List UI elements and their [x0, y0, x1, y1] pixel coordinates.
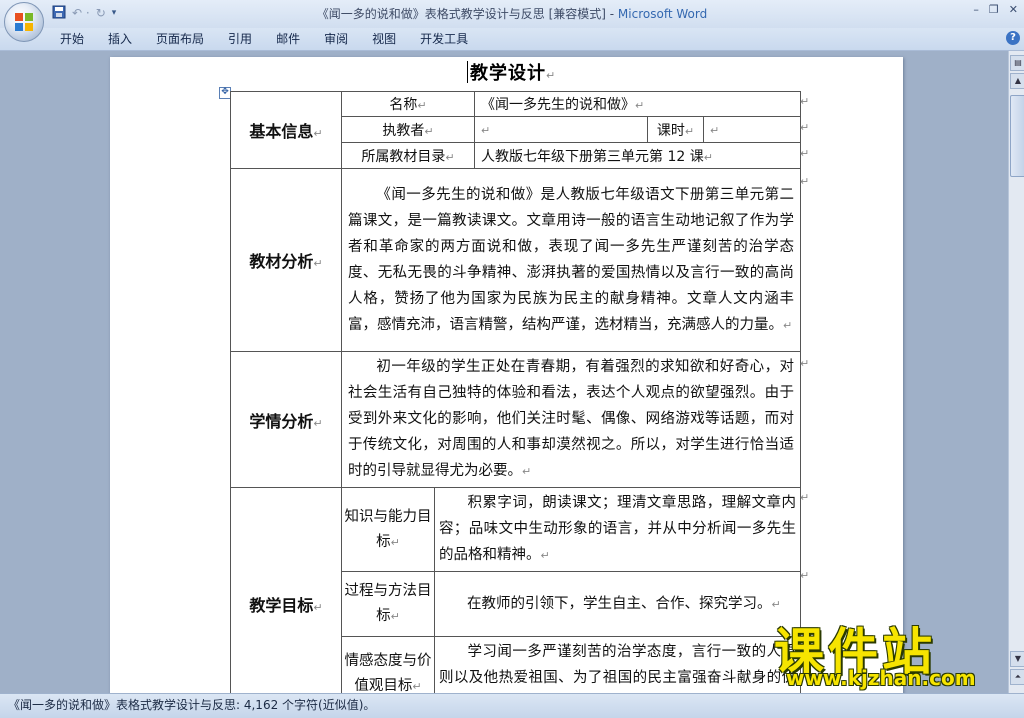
tab-developer[interactable]: 开发工具: [408, 31, 480, 47]
tab-home[interactable]: 开始: [48, 31, 96, 47]
restore-button[interactable]: ❐: [989, 3, 999, 16]
material-analysis-text[interactable]: 《闻一多先生的说和做》是人教版七年级语文下册第三单元第二篇课文，是一篇教读课文。…: [341, 168, 801, 352]
emotion-goal-label: 情感态度与价值观目标↵: [342, 637, 435, 693]
knowledge-goal-row: 知识与能力目标↵ 积累字词，朗读课文；理清文章思路，理解文章内容；品味文中生动形…: [341, 487, 801, 572]
scroll-up-icon[interactable]: ▲: [1010, 73, 1024, 89]
site-watermark: 课件站 www.kjzhan.com: [774, 612, 1010, 692]
row-end-mark: ↵: [800, 491, 810, 504]
ruler-toggle-icon[interactable]: ▤: [1010, 55, 1024, 71]
catalog-value[interactable]: 人教版七年级下册第三单元第 12 课↵: [474, 142, 801, 169]
app-name: Microsoft Word: [617, 7, 708, 21]
section-basic-info: 基本信息↵: [230, 91, 342, 169]
row-end-mark: ↵: [800, 357, 810, 370]
help-icon[interactable]: ?: [1006, 31, 1020, 45]
emotion-goal-text[interactable]: 学习闻一多严谨刻苦的治学态度，言行一致的人原则以及他热爱祖国、为了祖国的民主富强…: [435, 637, 801, 693]
status-bar: 《闻一多的说和做》表格式教学设计与反思: 4,162 个字符(近似值)。: [0, 693, 1024, 718]
catalog-label: 所属教材目录↵: [341, 142, 475, 169]
student-analysis-text[interactable]: 初一年级的学生正处在青春期，有着强烈的求知欲和好奇心，对社会生活有自己独特的体验…: [341, 351, 801, 488]
process-goal-row: 过程与方法目标↵ 在教师的引领下，学生自主、合作、探究学习。↵: [341, 571, 801, 637]
watermark-url: www.kjzhan.com: [786, 666, 976, 690]
lesson-plan-table: 基本信息↵ 名称↵ 《闻一多先生的说和做》↵ 执教者↵ ↵ 课时↵ ↵ 所属教材…: [230, 91, 801, 693]
row-end-mark: ↵: [800, 569, 810, 582]
window-title: 《闻一多的说和做》表格式教学设计与反思 [兼容模式] - Microsoft W…: [0, 5, 1024, 22]
heading-text: 教学设计: [470, 63, 546, 84]
emotion-goal-row: 情感态度与价值观目标↵ 学习闻一多严谨刻苦的治学态度，言行一致的人原则以及他热爱…: [341, 636, 801, 693]
document-title: 《闻一多的说和做》表格式教学设计与反思 [兼容模式] -: [316, 7, 618, 21]
document-heading: 教学设计↵: [466, 59, 557, 85]
tab-references[interactable]: 引用: [216, 31, 264, 47]
minimize-button[interactable]: –: [973, 3, 979, 16]
row-end-mark: ↵: [800, 95, 810, 108]
document-page[interactable]: 教学设计↵ ✥ 基本信息↵ 名称↵ 《闻一多先生的说和做》↵ 执教者↵ ↵ 课时…: [110, 57, 903, 693]
row-end-mark: ↵: [800, 147, 810, 160]
scroll-down-icon[interactable]: ▼: [1010, 651, 1024, 667]
status-text: 《闻一多的说和做》表格式教学设计与反思: 4,162 个字符(近似值)。: [8, 698, 376, 712]
tab-view[interactable]: 视图: [360, 31, 408, 47]
close-button[interactable]: ✕: [1009, 3, 1018, 16]
period-value[interactable]: ↵: [703, 116, 801, 143]
office-button[interactable]: [4, 2, 44, 42]
knowledge-goal-text[interactable]: 积累字词，朗读课文；理清文章思路，理解文章内容；品味文中生动形象的语言，并从中分…: [435, 488, 801, 571]
name-label: 名称↵: [341, 91, 475, 117]
window-controls: – ❐ ✕: [973, 3, 1018, 16]
ribbon-tabs-bar: 开始 插入 页面布局 引用 邮件 审阅 视图 开发工具 ?: [0, 28, 1024, 51]
teacher-value[interactable]: ↵: [474, 116, 648, 143]
tab-insert[interactable]: 插入: [96, 31, 144, 47]
tab-review[interactable]: 审阅: [312, 31, 360, 47]
office-logo-icon: [15, 13, 33, 31]
knowledge-goal-label: 知识与能力目标↵: [342, 488, 435, 571]
section-teaching-goals: 教学目标↵: [230, 487, 342, 693]
row-end-mark: ↵: [800, 121, 810, 134]
tab-mailings[interactable]: 邮件: [264, 31, 312, 47]
section-student-analysis: 学情分析↵: [230, 351, 342, 488]
section-material-analysis: 教材分析↵: [230, 168, 342, 352]
title-bar: ↶ · ↻ ▾ 《闻一多的说和做》表格式教学设计与反思 [兼容模式] - Mic…: [0, 0, 1024, 28]
row-end-mark: ↵: [800, 175, 810, 188]
document-area: 教学设计↵ ✥ 基本信息↵ 名称↵ 《闻一多先生的说和做》↵ 执教者↵ ↵ 课时…: [0, 51, 1008, 693]
scroll-thumb[interactable]: [1010, 95, 1024, 177]
process-goal-text[interactable]: 在教师的引领下，学生自主、合作、探究学习。↵: [435, 572, 801, 636]
teacher-label: 执教者↵: [341, 116, 475, 143]
period-label: 课时↵: [647, 116, 704, 143]
paragraph-mark: ↵: [546, 69, 557, 82]
previous-page-icon[interactable]: ⏶: [1010, 669, 1024, 685]
vertical-scrollbar[interactable]: ▤ ▲ ▼ ⏶: [1008, 51, 1024, 693]
tab-page-layout[interactable]: 页面布局: [144, 31, 216, 47]
process-goal-label: 过程与方法目标↵: [342, 572, 435, 636]
name-value[interactable]: 《闻一多先生的说和做》↵: [474, 91, 801, 117]
